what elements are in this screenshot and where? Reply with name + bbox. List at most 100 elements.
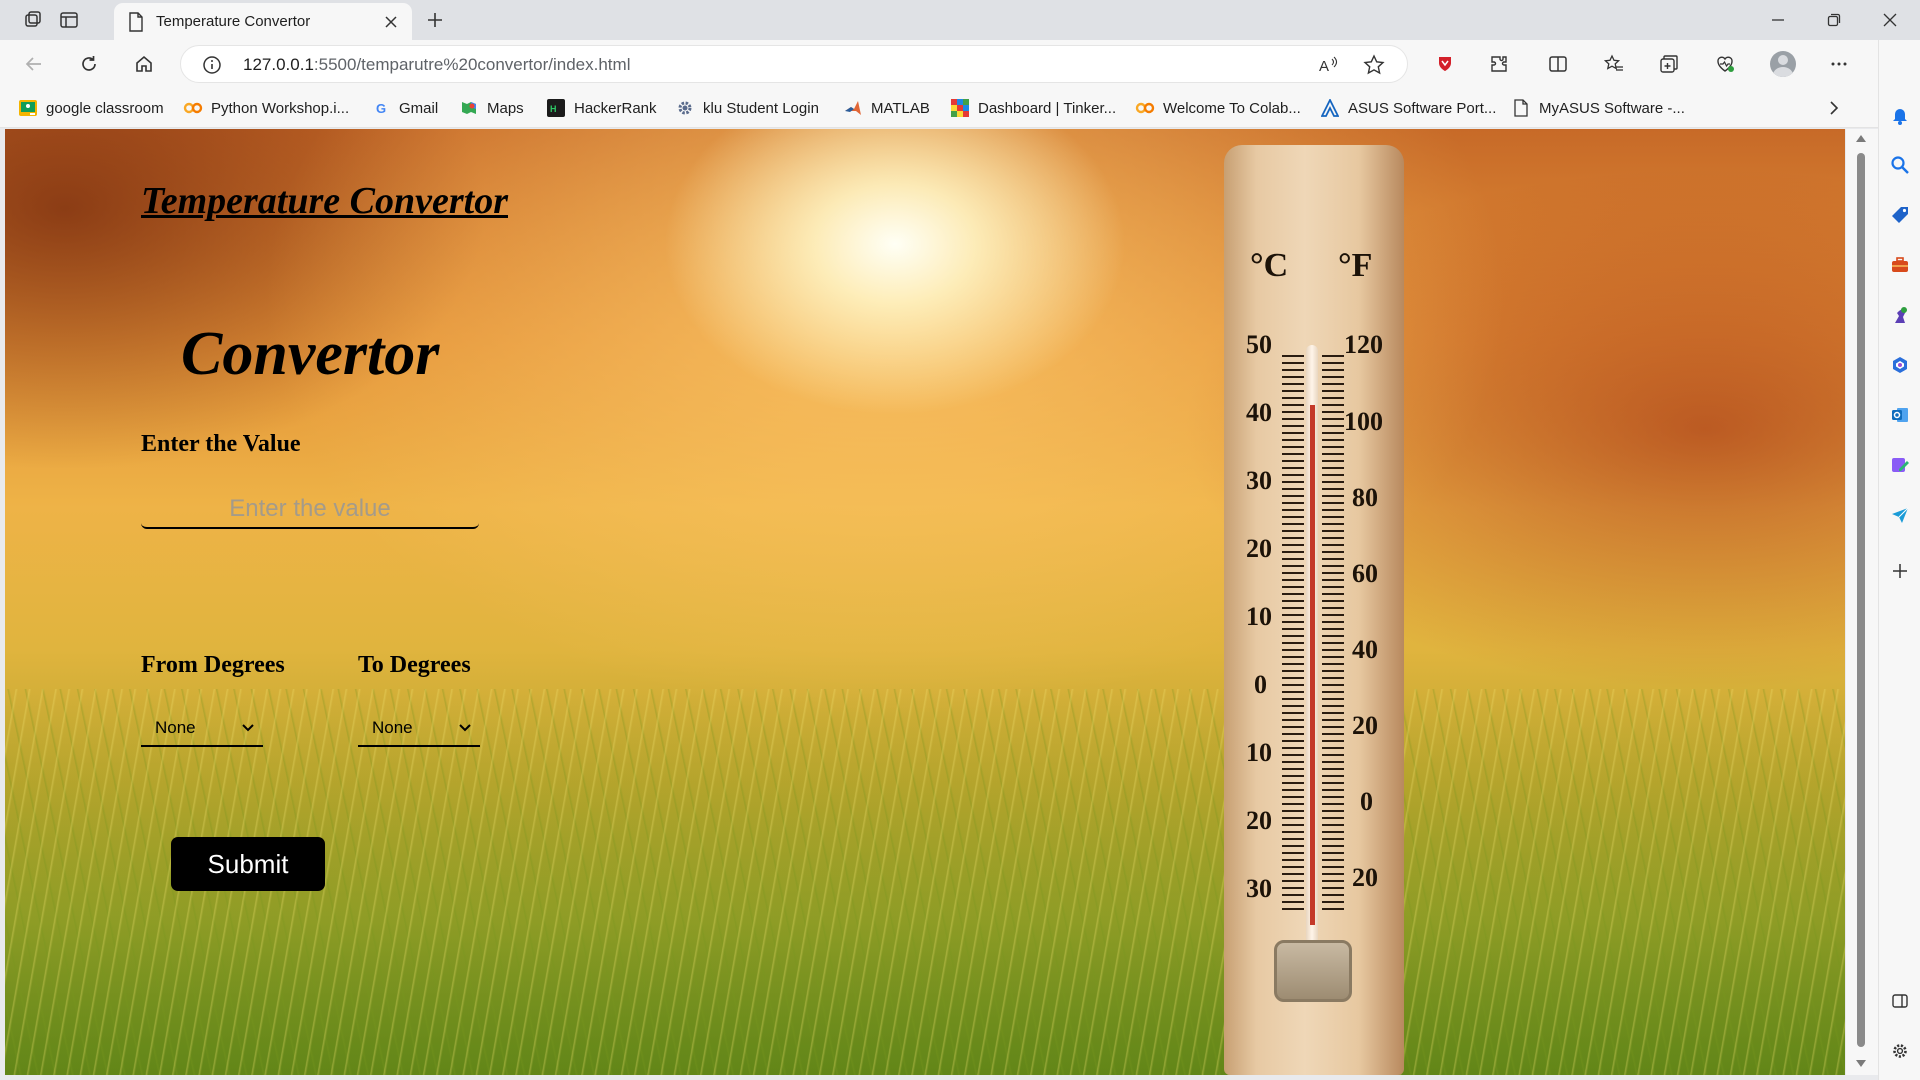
new-tab-icon[interactable]	[420, 6, 450, 34]
page-heading: Temperature Convertor	[141, 180, 508, 222]
bookmark-myasus-software[interactable]: MyASUS Software -...	[1511, 96, 1685, 120]
browser-toolbar: 127.0.0.1:5500/temparutre%20convertor/in…	[0, 40, 1920, 88]
value-label: Enter the Value	[141, 431, 301, 457]
fahrenheit-tick-label: 100	[1344, 407, 1383, 436]
vertical-scrollbar[interactable]	[1846, 129, 1878, 1075]
to-degrees-label: To Degrees	[358, 652, 471, 678]
shopping-tag-icon[interactable]	[1888, 203, 1912, 227]
bookmark-label: Gmail	[399, 99, 439, 117]
fahrenheit-tick-label: 0	[1360, 787, 1373, 816]
close-window-icon[interactable]	[1860, 0, 1920, 40]
value-input[interactable]	[141, 491, 479, 529]
collections-icon[interactable]	[1654, 50, 1684, 78]
celsius-tick-label: 20	[1246, 534, 1272, 563]
bookmark-hackerrank[interactable]: H HackerRank	[546, 96, 657, 120]
back-icon[interactable]	[16, 48, 52, 80]
tab-active[interactable]: Temperature Convertor	[114, 3, 412, 40]
send-arrow-icon[interactable]	[1888, 503, 1912, 527]
chevron-down-icon	[242, 724, 254, 732]
bookmark-matlab[interactable]: MATLAB	[843, 96, 930, 120]
bookmark-colab[interactable]: Welcome To Colab...	[1135, 96, 1301, 120]
celsius-tick-label: 0	[1254, 670, 1267, 699]
designer-icon[interactable]	[1888, 453, 1912, 477]
workspaces-icon[interactable]	[18, 6, 48, 34]
refresh-icon[interactable]	[71, 48, 107, 80]
search-icon[interactable]	[1888, 153, 1912, 177]
extension-shield-icon[interactable]	[1430, 50, 1460, 78]
bookmark-google-classroom[interactable]: google classroom	[18, 96, 164, 120]
profile-avatar[interactable]	[1770, 51, 1796, 77]
scroll-up-arrow[interactable]	[1856, 135, 1866, 142]
tools-briefcase-icon[interactable]	[1888, 253, 1912, 277]
outlook-icon[interactable]	[1888, 403, 1912, 427]
celsius-tick-label: 20	[1246, 806, 1272, 835]
google-classroom-icon	[18, 98, 38, 118]
bookmarks-bar: google classroom Python Workshop.i... G …	[0, 88, 1880, 128]
bookmark-gmail[interactable]: G Gmail	[371, 96, 438, 120]
games-icon[interactable]	[1888, 303, 1912, 327]
scroll-down-arrow[interactable]	[1856, 1060, 1866, 1067]
submit-button[interactable]: Submit	[171, 837, 325, 891]
gear-icon	[675, 98, 695, 118]
celsius-tick-label: 10	[1246, 602, 1272, 631]
bookmark-asus-software-portal[interactable]: ASUS Software Port...	[1320, 96, 1496, 120]
site-info-icon[interactable]	[201, 54, 223, 76]
to-degrees-select[interactable]: None	[358, 711, 480, 747]
hackerrank-icon: H	[546, 98, 566, 118]
maps-icon	[459, 98, 479, 118]
add-icon[interactable]	[1888, 559, 1912, 583]
asus-icon	[1320, 98, 1340, 118]
thermometer-image: °C °F 50 40 30 20 10 0 10 20 30 120 100 …	[1224, 145, 1404, 1075]
fahrenheit-tick-label: 20	[1352, 863, 1378, 892]
page-icon	[129, 11, 143, 32]
tab-strip: Temperature Convertor	[0, 0, 1920, 40]
infinity-icon	[183, 98, 203, 118]
hide-sidebar-icon[interactable]	[1888, 989, 1912, 1013]
fahrenheit-ticks	[1322, 355, 1344, 915]
celsius-tick-label: 30	[1246, 874, 1272, 903]
bookmark-tinkercad[interactable]: Dashboard | Tinker...	[950, 96, 1116, 120]
bookmark-label: ASUS Software Port...	[1348, 99, 1497, 117]
chevron-right-icon[interactable]	[1822, 96, 1846, 120]
page-icon	[1511, 98, 1531, 118]
fahrenheit-tick-label: 20	[1352, 711, 1378, 740]
address-bar[interactable]: 127.0.0.1:5500/temparutre%20convertor/in…	[180, 45, 1408, 83]
extensions-icon[interactable]	[1484, 50, 1514, 78]
browser-essentials-icon[interactable]	[1710, 50, 1740, 78]
bookmark-maps[interactable]: Maps	[459, 96, 524, 120]
bookmark-python-workshop[interactable]: Python Workshop.i...	[183, 96, 349, 120]
from-degrees-select[interactable]: None	[141, 711, 263, 747]
bookmark-klu-student-login[interactable]: klu Student Login	[675, 96, 819, 120]
matlab-icon	[843, 98, 863, 118]
form-title: Convertor	[181, 320, 440, 388]
celsius-tick-label: 30	[1246, 466, 1272, 495]
split-screen-icon[interactable]	[1543, 50, 1573, 78]
celsius-ticks	[1282, 355, 1304, 915]
bookmark-label: HackerRank	[574, 99, 657, 117]
to-degrees-value: None	[372, 718, 413, 737]
favorites-icon[interactable]	[1599, 50, 1629, 78]
bookmark-label: Python Workshop.i...	[211, 99, 350, 117]
microsoft-365-icon[interactable]	[1888, 353, 1912, 377]
celsius-tick-label: 10	[1246, 738, 1272, 767]
minimize-icon[interactable]	[1748, 0, 1808, 40]
edge-sidebar	[1878, 40, 1920, 1080]
thermometer-mercury	[1310, 405, 1315, 925]
fahrenheit-tick-label: 60	[1352, 559, 1378, 588]
chevron-down-icon	[459, 724, 471, 732]
celsius-tick-label: 50	[1246, 330, 1272, 359]
fahrenheit-tick-label: 120	[1344, 330, 1383, 359]
home-icon[interactable]	[126, 48, 162, 80]
restore-icon[interactable]	[1804, 0, 1864, 40]
tab-actions-icon[interactable]	[54, 6, 84, 34]
settings-gear-icon[interactable]	[1888, 1039, 1912, 1063]
close-tab-icon[interactable]	[380, 11, 402, 33]
scrollbar-thumb[interactable]	[1857, 153, 1865, 1047]
celsius-tick-label: 40	[1246, 398, 1272, 427]
read-aloud-icon[interactable]: A	[1317, 54, 1339, 76]
bookmark-label: Welcome To Colab...	[1163, 99, 1301, 117]
favorite-star-icon[interactable]	[1363, 54, 1385, 76]
tab-title: Temperature Convertor	[156, 13, 311, 30]
notifications-bell-icon[interactable]	[1888, 103, 1912, 127]
more-options-icon[interactable]	[1824, 50, 1854, 78]
